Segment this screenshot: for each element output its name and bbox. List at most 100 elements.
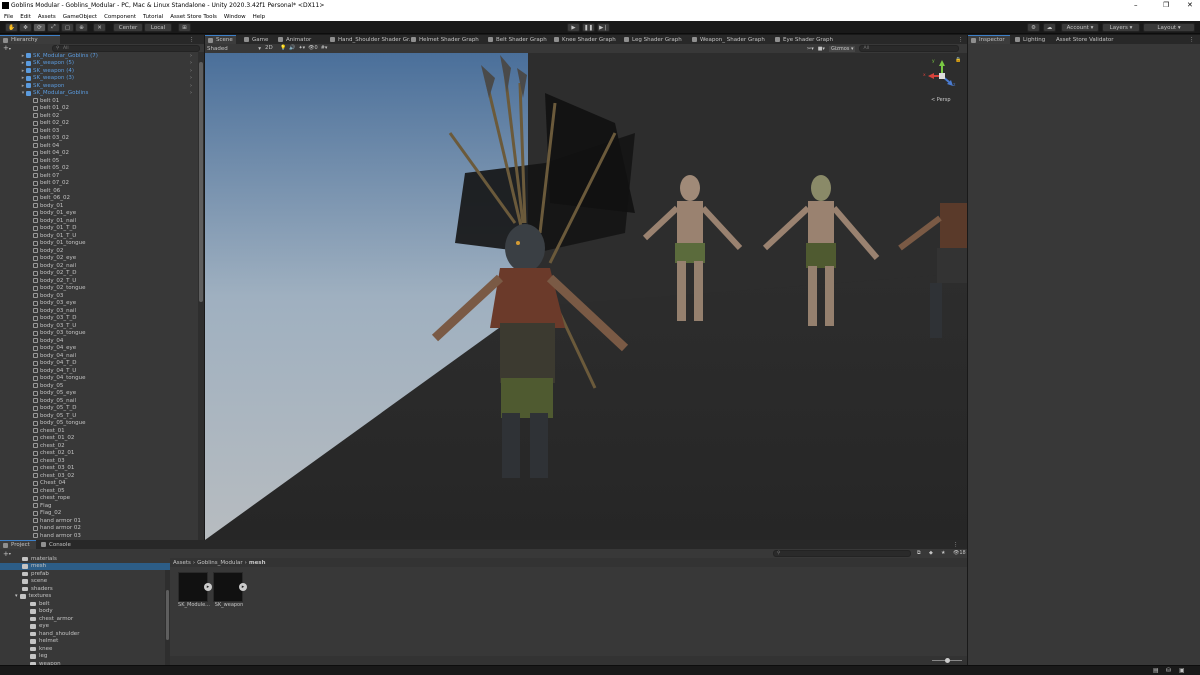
- breadcrumb-mesh[interactable]: mesh: [249, 560, 266, 566]
- menu-edit[interactable]: Edit: [20, 14, 31, 20]
- hierarchy-item[interactable]: belt 01: [0, 97, 198, 105]
- hierarchy-item[interactable]: body_04_eye: [0, 345, 198, 353]
- hierarchy-item[interactable]: body_03_nail: [0, 307, 198, 315]
- tab-hierarchy[interactable]: Hierarchy: [0, 35, 60, 44]
- hierarchy-prefab-item[interactable]: ▾ SK_Modular_Goblins ›: [0, 90, 198, 98]
- cloud-icon[interactable]: ☁: [1043, 23, 1056, 32]
- hierarchy-item[interactable]: body_02_nail: [0, 262, 198, 270]
- tab-scene-1[interactable]: Game: [241, 35, 271, 44]
- tab-scene-6[interactable]: Knee Shader Graph: [551, 35, 619, 44]
- hierarchy-item[interactable]: body_01: [0, 202, 198, 210]
- custom-tool-icon[interactable]: ✕: [93, 23, 106, 32]
- scene-render[interactable]: [205, 53, 967, 540]
- tab-scene-7[interactable]: Leg Shader Graph: [621, 35, 685, 44]
- hierarchy-item[interactable]: chest_02_01: [0, 450, 198, 458]
- project-folder-item[interactable]: prefab: [0, 570, 170, 578]
- project-folder-item[interactable]: helmet: [0, 638, 170, 646]
- asset-thumbnail-sk-modular[interactable]: ▸: [178, 572, 212, 602]
- expand-arrow-icon[interactable]: ▾: [15, 593, 18, 599]
- panel-menu-icon[interactable]: ⋮: [955, 35, 967, 44]
- tab-console[interactable]: Console: [38, 540, 74, 549]
- scrollbar-thumb[interactable]: [166, 590, 169, 640]
- project-folder-item[interactable]: shaders: [0, 585, 170, 593]
- hierarchy-item[interactable]: body_04_T_U: [0, 367, 198, 375]
- panel-menu-icon[interactable]: ⋮: [950, 540, 962, 549]
- tab-scene-9[interactable]: Eye Shader Graph: [772, 35, 836, 44]
- tab-scene-4[interactable]: Helmet Shader Graph: [408, 35, 482, 44]
- hierarchy-item[interactable]: chest_03_01: [0, 465, 198, 473]
- open-prefab-icon[interactable]: ›: [190, 75, 192, 81]
- hierarchy-item[interactable]: body_02_T_D: [0, 270, 198, 278]
- notifications-icon[interactable]: ▣: [1179, 667, 1185, 674]
- project-folder-item[interactable]: mesh: [0, 562, 170, 570]
- hierarchy-item[interactable]: body_03_eye: [0, 300, 198, 308]
- hierarchy-item[interactable]: body_01_tongue: [0, 240, 198, 248]
- hierarchy-item[interactable]: Flag_02: [0, 510, 198, 518]
- menu-file[interactable]: File: [4, 14, 13, 20]
- scrollbar-thumb[interactable]: [199, 62, 203, 302]
- space-toggle[interactable]: Local: [144, 23, 172, 32]
- auto-generate-lighting-icon[interactable]: ▤: [1153, 667, 1159, 674]
- hierarchy-item[interactable]: chest_05: [0, 487, 198, 495]
- hierarchy-item[interactable]: body_01_T_D: [0, 225, 198, 233]
- close-button[interactable]: ✕: [1187, 1, 1193, 9]
- scene-search-input[interactable]: All: [859, 45, 960, 52]
- expand-icon[interactable]: ▸: [204, 583, 212, 591]
- hierarchy-prefab-item[interactable]: ▸ SK_weapon ›: [0, 82, 198, 90]
- scale-tool-icon[interactable]: ⤢: [47, 23, 60, 32]
- hierarchy-item[interactable]: belt 04: [0, 142, 198, 150]
- account-dropdown[interactable]: Account ▾: [1061, 23, 1099, 32]
- hierarchy-item[interactable]: belt 03_02: [0, 135, 198, 143]
- menu-help[interactable]: Help: [253, 14, 266, 20]
- open-prefab-icon[interactable]: ›: [190, 60, 192, 66]
- hierarchy-item[interactable]: belt 07: [0, 172, 198, 180]
- hierarchy-item[interactable]: chest_rope: [0, 495, 198, 503]
- chevron-down-icon[interactable]: ▾: [9, 46, 11, 51]
- hierarchy-prefab-item[interactable]: ▸ SK_weapon (5) ›: [0, 60, 198, 68]
- tab-scene-8[interactable]: Weapon_ Shader Graph: [689, 35, 768, 44]
- audio-toggle-icon[interactable]: 🔊: [289, 45, 295, 51]
- hierarchy-item[interactable]: hand armor 01: [0, 517, 198, 525]
- layers-dropdown[interactable]: Layers ▾: [1102, 23, 1140, 32]
- layout-dropdown[interactable]: Layout ▾: [1143, 23, 1195, 32]
- hierarchy-item[interactable]: body_05_T_D: [0, 405, 198, 413]
- tab-scene-3[interactable]: Hand_Shoulder Shader Gr...: [327, 35, 417, 44]
- tab-project[interactable]: Project: [0, 540, 36, 549]
- hierarchy-item[interactable]: belt 03: [0, 127, 198, 135]
- hidden-objects-icon[interactable]: 👁0: [308, 45, 318, 51]
- hierarchy-item[interactable]: body_01_T_U: [0, 232, 198, 240]
- 2d-toggle[interactable]: 2D: [265, 45, 273, 51]
- filter-type-icon[interactable]: ⧉: [917, 550, 921, 556]
- tab-lighting[interactable]: Lighting: [1012, 35, 1048, 44]
- hierarchy-item[interactable]: Chest_04: [0, 480, 198, 488]
- lock-icon[interactable]: 🔒: [955, 57, 961, 63]
- project-search-input[interactable]: ⚲: [773, 550, 911, 557]
- open-prefab-icon[interactable]: ›: [190, 90, 192, 96]
- open-prefab-icon[interactable]: ›: [190, 53, 192, 59]
- menu-window[interactable]: Window: [224, 14, 246, 20]
- hierarchy-item[interactable]: belt 01_02: [0, 105, 198, 113]
- project-folder-item[interactable]: chest_armor: [0, 615, 170, 623]
- hierarchy-item[interactable]: body_05: [0, 382, 198, 390]
- effects-toggle-icon[interactable]: ✦▾: [298, 45, 305, 51]
- menu-component[interactable]: Component: [104, 14, 136, 20]
- open-prefab-icon[interactable]: ›: [190, 68, 192, 74]
- panel-menu-icon[interactable]: ⋮: [1186, 35, 1198, 44]
- maximize-button[interactable]: ❐: [1163, 1, 1169, 9]
- panel-menu-icon[interactable]: ⋮: [186, 35, 198, 44]
- hierarchy-item[interactable]: belt 02: [0, 112, 198, 120]
- hierarchy-item[interactable]: belt 05: [0, 157, 198, 165]
- hierarchy-item[interactable]: body_02: [0, 247, 198, 255]
- hierarchy-search-input[interactable]: ⚲ All: [52, 45, 200, 52]
- tab-scene-2[interactable]: Animator: [275, 35, 314, 44]
- hierarchy-item[interactable]: body_04_T_D: [0, 360, 198, 368]
- step-button[interactable]: ▶❘: [597, 23, 610, 32]
- hierarchy-item[interactable]: belt 07_02: [0, 180, 198, 188]
- project-folder-item[interactable]: hand_shoulder: [0, 630, 170, 638]
- hierarchy-item[interactable]: body_05_T_U: [0, 412, 198, 420]
- hierarchy-item[interactable]: body_04_nail: [0, 352, 198, 360]
- scene-viewport[interactable]: y x z 🔒 < Persp: [205, 53, 967, 540]
- hierarchy-item[interactable]: body_01_nail: [0, 217, 198, 225]
- hierarchy-item[interactable]: body_05_nail: [0, 397, 198, 405]
- filter-label-icon[interactable]: ◆: [929, 550, 933, 556]
